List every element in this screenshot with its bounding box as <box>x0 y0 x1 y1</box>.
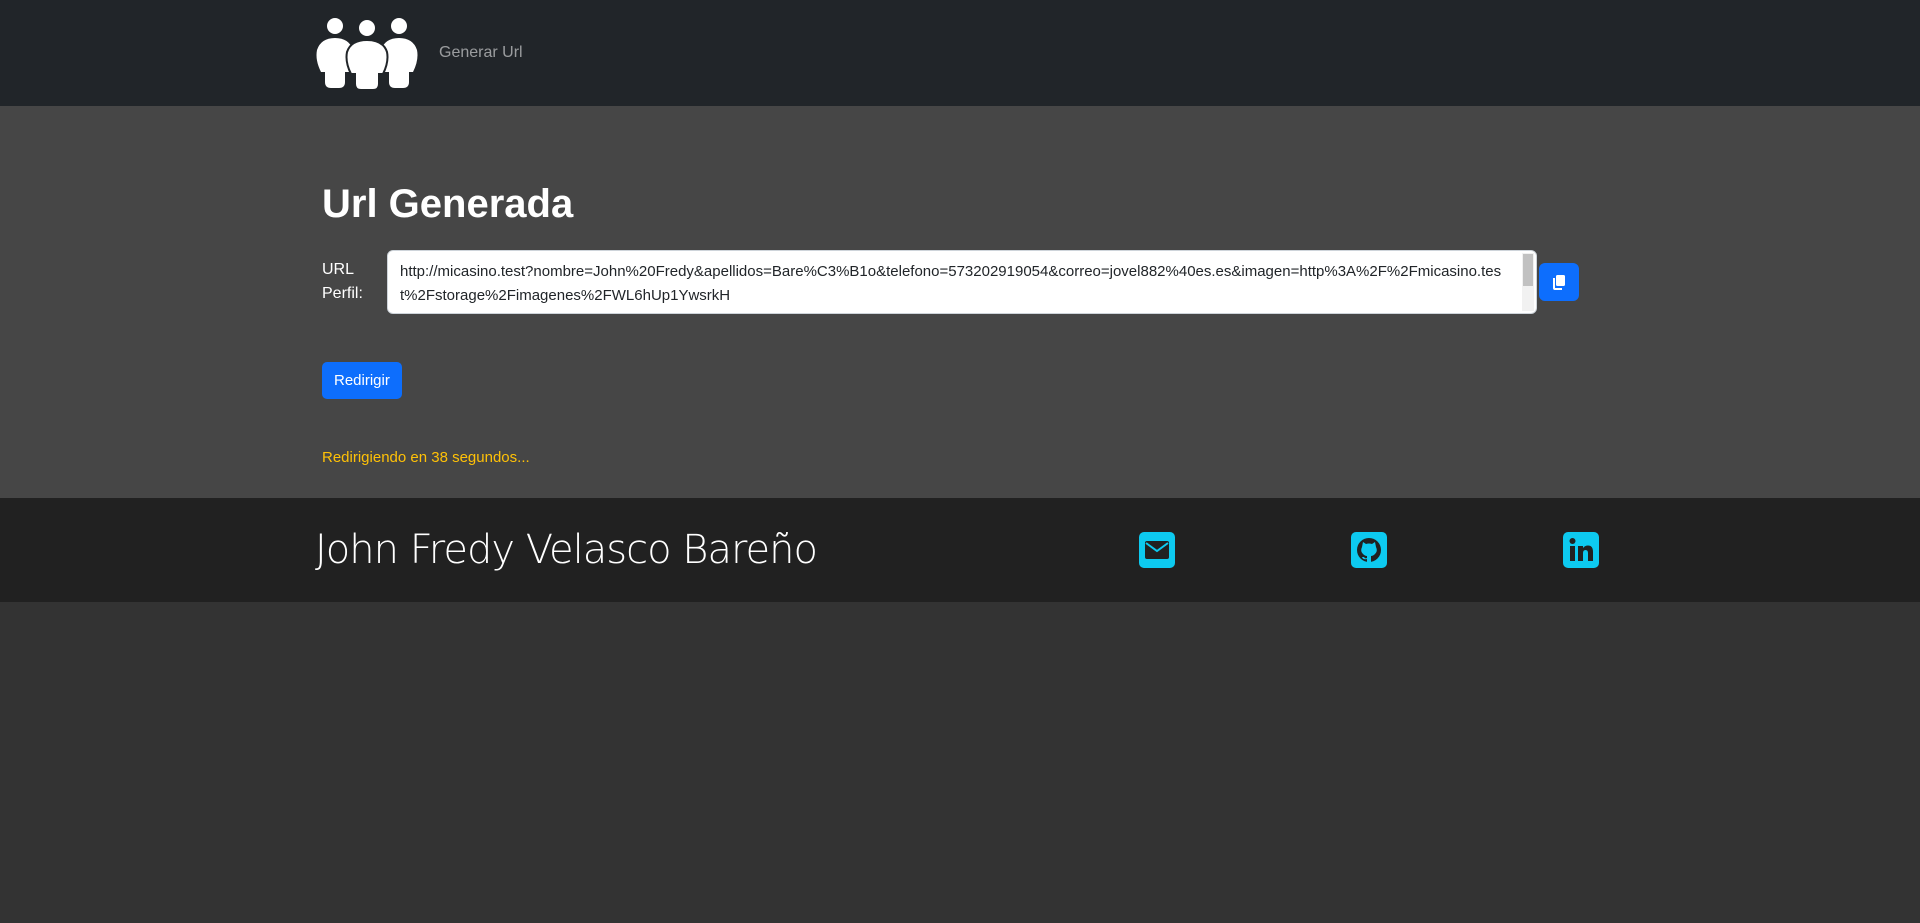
redirect-button[interactable]: Redirigir <box>322 362 402 399</box>
content-container: Url Generada URL Perfil: http://micasino… <box>322 180 1598 466</box>
github-icon[interactable] <box>1351 532 1387 568</box>
navbar: Generar Url <box>0 0 1920 106</box>
linkedin-icon[interactable] <box>1563 532 1599 568</box>
url-label: URL Perfil: <box>322 261 363 302</box>
users-logo-icon[interactable] <box>315 16 419 90</box>
url-value: http://micasino.test?nombre=John%20Fredy… <box>400 263 1502 304</box>
copy-icon <box>1553 275 1565 290</box>
footer: John Fredy Velasco Bareño <box>0 498 1920 602</box>
url-row: URL Perfil: http://micasino.test?nombre=… <box>322 250 1598 314</box>
scrollbar-thumb[interactable] <box>1523 254 1533 286</box>
email-icon[interactable] <box>1139 532 1175 568</box>
main-section: Url Generada URL Perfil: http://micasino… <box>0 106 1920 498</box>
navbar-inner: Generar Url <box>315 16 1605 90</box>
page-title: Url Generada <box>322 182 574 226</box>
countdown-text: Redirigiendo en 38 segundos... <box>322 449 530 466</box>
copy-button[interactable] <box>1539 263 1579 301</box>
url-textarea[interactable]: http://micasino.test?nombre=John%20Fredy… <box>387 250 1537 314</box>
nav-link-generar-url[interactable]: Generar Url <box>439 44 523 62</box>
footer-inner: John Fredy Velasco Bareño <box>315 498 1605 602</box>
footer-author-name: John Fredy Velasco Bareño <box>315 527 818 573</box>
